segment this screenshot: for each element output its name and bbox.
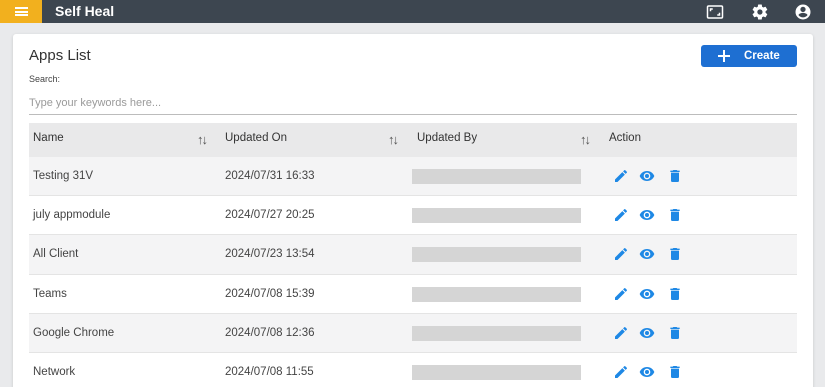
apps-table: Name ↑↓ Updated On ↑↓ Updated By ↑↓ Acti… — [29, 123, 797, 387]
fullscreen-icon[interactable] — [706, 3, 724, 21]
delete-icon[interactable] — [667, 286, 683, 302]
updated-by-redacted — [412, 208, 581, 224]
view-icon[interactable] — [639, 168, 655, 184]
delete-icon[interactable] — [667, 325, 683, 341]
sort-icon[interactable]: ↑↓ — [388, 133, 404, 147]
edit-icon[interactable] — [613, 246, 629, 262]
search-label: Search: — [29, 74, 61, 84]
view-icon[interactable] — [639, 286, 655, 302]
page-title: Apps List — [29, 47, 91, 64]
delete-icon[interactable] — [667, 207, 683, 223]
top-bar: Self Heal — [0, 0, 825, 23]
view-icon[interactable] — [639, 207, 655, 223]
column-header-updated-by[interactable]: Updated By — [417, 123, 477, 157]
table-body: Testing 31V 2024/07/31 16:33 july appmodul… — [29, 157, 797, 387]
search-input[interactable] — [29, 91, 797, 115]
menu-icon — [14, 7, 28, 16]
table-header: Name ↑↓ Updated On ↑↓ Updated By ↑↓ Acti… — [29, 123, 797, 157]
edit-icon[interactable] — [613, 286, 629, 302]
updated-by-redacted — [412, 169, 581, 184]
table-row: july appmodule 2024/07/27 20:25 — [29, 196, 797, 236]
app-name-cell: Google Chrome — [33, 326, 115, 339]
column-header-name[interactable]: Name — [33, 123, 64, 157]
account-icon[interactable] — [794, 3, 812, 21]
updated-by-redacted — [412, 247, 581, 263]
updated-on-cell: 2024/07/27 20:25 — [225, 209, 315, 222]
updated-on-cell: 2024/07/08 12:36 — [225, 326, 315, 339]
apps-list-card: Apps List Create Search: Name ↑↓ Updated… — [13, 34, 813, 387]
app-name-cell: Network — [33, 365, 76, 378]
sort-icon[interactable]: ↑↓ — [580, 133, 596, 147]
updated-on-cell: 2024/07/08 15:39 — [225, 287, 315, 300]
delete-icon[interactable] — [667, 168, 683, 184]
table-row: Google Chrome 2024/07/08 12:36 — [29, 313, 797, 353]
app-name-cell: july appmodule — [33, 209, 111, 222]
edit-icon[interactable] — [613, 207, 629, 223]
menu-button[interactable] — [0, 0, 42, 23]
create-button[interactable]: Create — [701, 45, 797, 67]
delete-icon[interactable] — [667, 246, 683, 262]
delete-icon[interactable] — [667, 364, 683, 380]
app-name-cell: All Client — [33, 248, 79, 261]
table-row: Network 2024/07/08 11:55 — [29, 352, 797, 387]
column-header-action: Action — [609, 132, 641, 144]
edit-icon[interactable] — [613, 325, 629, 341]
updated-on-cell: 2024/07/23 13:54 — [225, 248, 315, 261]
table-row: Teams 2024/07/08 15:39 — [29, 274, 797, 314]
updated-by-redacted — [412, 364, 581, 380]
plus-icon — [718, 50, 730, 62]
view-icon[interactable] — [639, 364, 655, 380]
settings-icon[interactable] — [751, 3, 769, 21]
app-name-cell: Testing 31V — [33, 170, 94, 182]
updated-by-redacted — [412, 325, 581, 341]
updated-on-cell: 2024/07/31 16:33 — [225, 170, 315, 182]
updated-on-cell: 2024/07/08 11:55 — [225, 365, 314, 378]
create-button-label: Create — [744, 50, 780, 62]
updated-by-redacted — [412, 286, 581, 302]
edit-icon[interactable] — [613, 364, 629, 380]
view-icon[interactable] — [639, 246, 655, 262]
edit-icon[interactable] — [613, 168, 629, 184]
column-header-updated-on[interactable]: Updated On — [225, 123, 287, 157]
table-row: Testing 31V 2024/07/31 16:33 — [29, 157, 797, 197]
app-title: Self Heal — [55, 3, 115, 19]
view-icon[interactable] — [639, 325, 655, 341]
app-name-cell: Teams — [33, 287, 67, 300]
table-row: All Client 2024/07/23 13:54 — [29, 235, 797, 275]
sort-icon[interactable]: ↑↓ — [197, 133, 213, 147]
